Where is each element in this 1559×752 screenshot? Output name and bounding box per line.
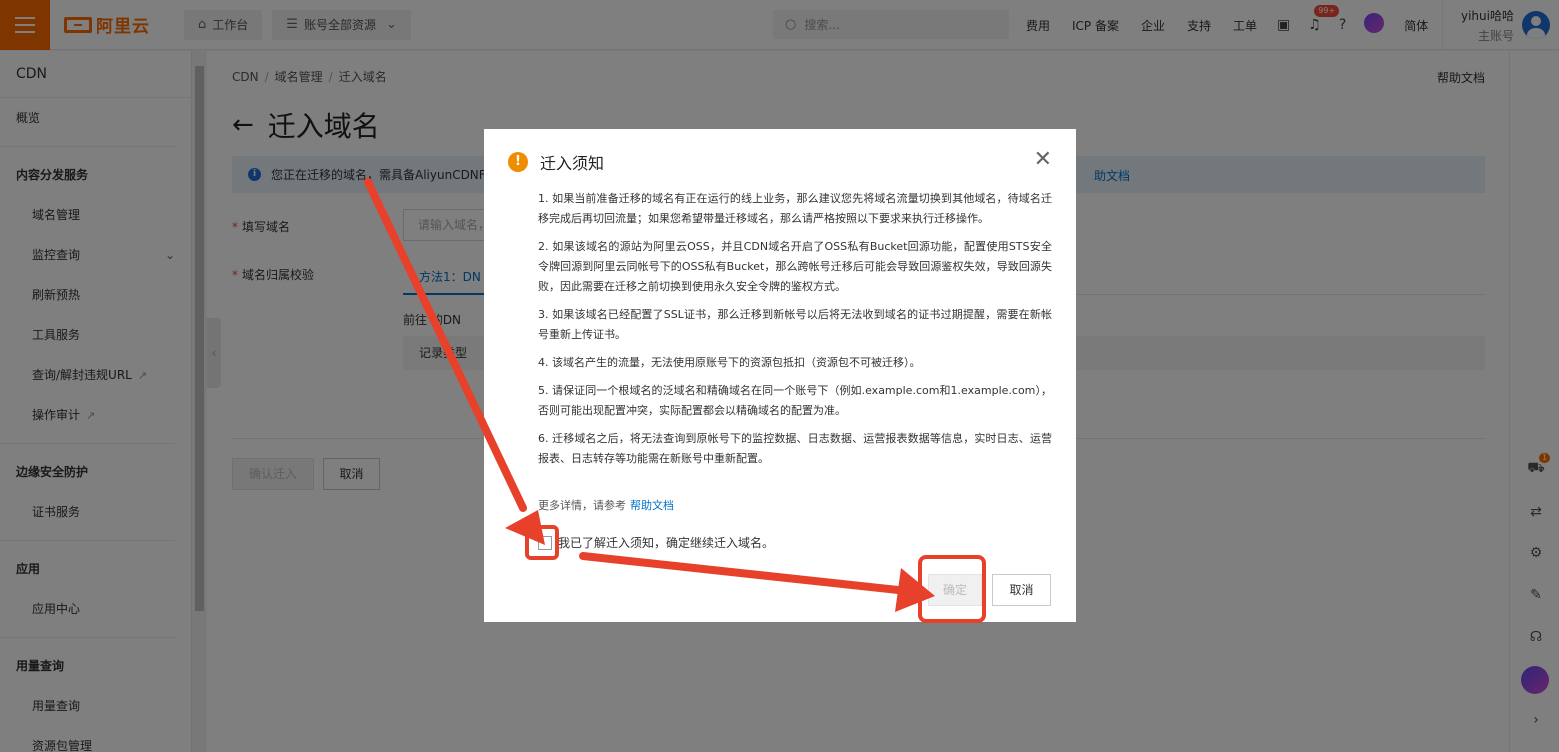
acknowledge-label: 我已了解迁入须知，确定继续迁入域名。 bbox=[558, 536, 775, 550]
ok-button[interactable]: 确定 bbox=[928, 574, 982, 606]
migration-notice-dialog: ! 迁入须知 ✕ 1. 如果当前准备迁移的域名有正在运行的线上业务，那么建议您先… bbox=[484, 129, 1076, 622]
more-info: 更多详情，请参考 帮助文档 bbox=[538, 497, 674, 513]
notice-item: 3. 如果该域名已经配置了SSL证书，那么迁移到新帐号以后将无法收到域名的证书过… bbox=[538, 308, 1052, 341]
notice-item: 6. 迁移域名之后，将无法查询到原帐号下的监控数据、日志数据、运营报表数据等信息… bbox=[538, 432, 1052, 465]
acknowledge-row[interactable]: 我已了解迁入须知，确定继续迁入域名。 bbox=[538, 534, 774, 551]
help-doc-link[interactable]: 帮助文档 bbox=[630, 499, 674, 512]
warning-icon: ! bbox=[508, 152, 528, 172]
notice-item: 5. 请保证同一个根域名的泛域名和精确域名在同一个账号下（例如.example.… bbox=[538, 384, 1052, 417]
acknowledge-checkbox[interactable] bbox=[538, 535, 552, 550]
dialog-header: ! 迁入须知 bbox=[508, 150, 604, 174]
dialog-cancel-button[interactable]: 取消 bbox=[992, 574, 1051, 606]
dialog-title: 迁入须知 bbox=[540, 154, 605, 173]
notice-item: 2. 如果该域名的源站为阿里云OSS，并且CDN域名开启了OSS私有Bucket… bbox=[538, 240, 1052, 293]
close-icon[interactable]: ✕ bbox=[1034, 147, 1052, 172]
notice-item: 4. 该域名产生的流量，无法使用原账号下的资源包抵扣（资源包不可被迁移）。 bbox=[538, 356, 921, 369]
more-info-text: 更多详情，请参考 bbox=[538, 499, 626, 512]
dialog-body: 1. 如果当前准备迁移的域名有正在运行的线上业务，那么建议您先将域名流量切换到其… bbox=[538, 189, 1052, 477]
notice-item: 1. 如果当前准备迁移的域名有正在运行的线上业务，那么建议您先将域名流量切换到其… bbox=[538, 192, 1052, 225]
